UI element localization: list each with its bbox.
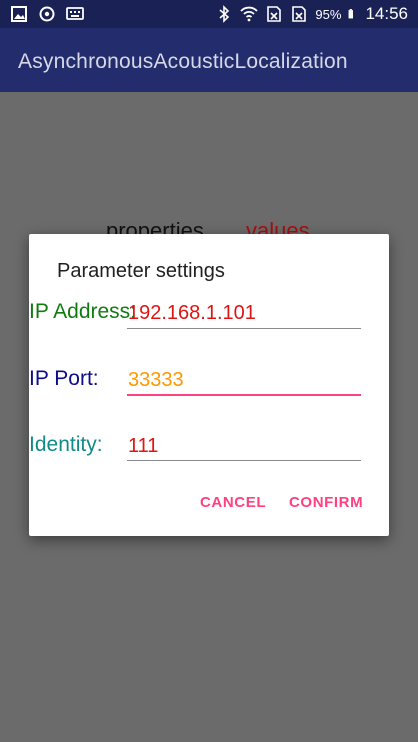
parameter-settings-dialog: Parameter settings IP Address: IP Port: … [29,234,389,536]
status-bar: 95% 14:56 [0,0,418,28]
identity-label: Identity: [29,433,103,456]
app-title: AsynchronousAcousticLocalization [18,50,348,73]
wifi-icon [240,6,259,22]
ip-address-label: IP Address: [29,300,137,323]
dialog-title: Parameter settings [57,260,225,282]
ip-port-underline [127,394,361,396]
system-icons: 95% 14:56 [215,4,408,24]
identity-input[interactable] [127,431,362,461]
identity-underline [127,460,361,461]
ip-port-input[interactable] [127,365,362,395]
confirm-button[interactable]: CONFIRM [283,490,369,515]
no-sim-icon [292,6,307,22]
sync-icon [39,6,55,22]
app-bar: AsynchronousAcousticLocalization [0,28,418,92]
clock: 14:56 [365,4,408,23]
battery-icon [349,9,354,19]
ip-address-underline [127,328,361,329]
image-icon [11,6,27,22]
keyboard-icon [66,7,84,20]
bluetooth-icon [219,5,230,23]
no-sim-icon [267,6,282,22]
ip-port-label: IP Port: [29,367,99,390]
notification-icons [10,5,84,23]
battery-percent: 95% [315,6,342,22]
ip-address-input[interactable] [127,298,362,328]
cancel-button[interactable]: CANCEL [194,490,272,515]
